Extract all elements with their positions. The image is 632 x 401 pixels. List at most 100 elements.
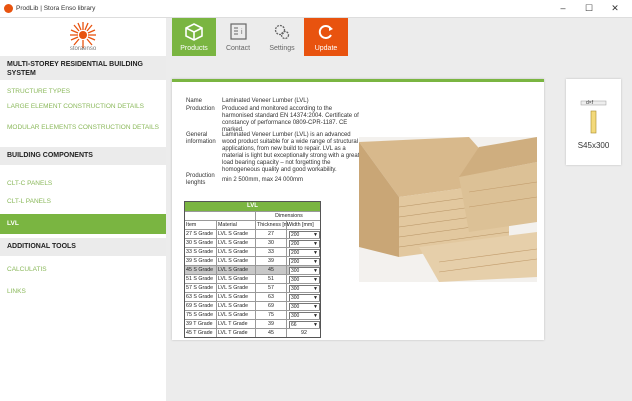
sidebar: storaenso MULTI-STOREY RESIDENTIAL BUILD… [0, 18, 166, 401]
close-button[interactable]: ✕ [604, 2, 626, 15]
cell-width: 300 ▼ [286, 284, 320, 292]
gears-icon [274, 24, 290, 40]
dims-header-row: Dimensions [185, 211, 320, 220]
sidebar-item-links[interactable]: LINKS [7, 288, 159, 296]
cube-icon [185, 23, 203, 41]
brand-name: storaenso [69, 46, 97, 52]
sidebar-item-lvl[interactable]: LVL [0, 214, 166, 234]
width-select[interactable]: 200 ▼ [289, 258, 320, 265]
table-row[interactable]: 27 S Grade LVL S Grade 27 200 ▼ [185, 229, 320, 238]
cell-material: LVL S Grade [216, 239, 256, 247]
cell-material: LVL T Grade [216, 320, 256, 328]
sidebar-item-clt-c[interactable]: CLT-C PANELS [7, 180, 159, 188]
cell-width: 66 ▼ [286, 320, 320, 328]
cell-material: LVL S Grade [216, 266, 256, 274]
width-select[interactable]: 200 ▼ [289, 249, 320, 256]
cell-item: 51 S Grade [186, 276, 214, 282]
cell-material: LVL T Grade [216, 329, 256, 337]
cell-item: 30 S Grade [186, 240, 214, 246]
product-photo [359, 137, 537, 282]
width-select[interactable]: 300 ▼ [289, 267, 320, 274]
minimize-button[interactable]: – [552, 2, 574, 15]
header-material: Material [216, 221, 256, 229]
tab-products[interactable]: Products [172, 18, 216, 56]
name-label: Name [186, 98, 203, 104]
lvl-beams-image [359, 137, 537, 282]
table-row[interactable]: 45 T Grade LVL T Grade 45 92 [185, 328, 320, 337]
window-title: ProdLib | Stora Enso library [16, 5, 96, 12]
refresh-icon [318, 25, 333, 39]
table-row[interactable]: 39 T Grade LVL T Grade 39 66 ▼ [185, 319, 320, 328]
cell-width: 300 ▼ [286, 266, 320, 274]
table-row[interactable]: 63 S Grade LVL S Grade 63 300 ▼ [185, 292, 320, 301]
cell-material: LVL S Grade [216, 230, 256, 238]
tab-update[interactable]: Update [304, 18, 348, 56]
tab-settings[interactable]: Settings [260, 18, 304, 56]
cell-width: 300 ▼ [286, 311, 320, 319]
tab-contact[interactable]: i Contact [216, 18, 260, 56]
table-row[interactable]: 69 S Grade LVL S Grade 69 300 ▼ [185, 301, 320, 310]
lvl-table: LVL Dimensions Item Material Thickness [… [184, 201, 321, 338]
section-preview-card[interactable]: d×f S45x300 [566, 79, 621, 165]
header-item: Item [186, 222, 197, 228]
cell-material: LVL S Grade [216, 257, 256, 265]
sidebar-item-large-element[interactable]: LARGE ELEMENT CONSTRUCTION DETAILS [7, 103, 159, 111]
production-label: Production [186, 106, 215, 112]
cell-material: LVL S Grade [216, 311, 256, 319]
section-multi-storey: MULTI-STOREY RESIDENTIAL BUILDING SYSTEM [0, 56, 166, 80]
cell-width: 200 ▼ [286, 257, 320, 265]
cell-item: 39 S Grade [186, 258, 214, 264]
cell-width: 300 ▼ [286, 275, 320, 283]
svg-text:i: i [241, 29, 243, 36]
cell-width: 300 ▼ [286, 293, 320, 301]
sidebar-item-clt-l[interactable]: CLT-L PANELS [7, 198, 159, 206]
width-select[interactable]: 300 ▼ [289, 285, 320, 292]
storaenso-logo-icon [70, 22, 96, 48]
cell-material: LVL S Grade [216, 284, 256, 292]
sidebar-item-calculatis[interactable]: CALCULATIS [7, 266, 159, 274]
selected-size: S45x300 [577, 141, 610, 150]
cell-material: LVL S Grade [216, 275, 256, 283]
table-row[interactable]: 30 S Grade LVL S Grade 30 200 ▼ [185, 238, 320, 247]
width-select[interactable]: 300 ▼ [289, 312, 320, 319]
table-row[interactable]: 57 S Grade LVL S Grade 57 300 ▼ [185, 283, 320, 292]
cell-item: 33 S Grade [186, 249, 214, 255]
width-select[interactable]: 300 ▼ [289, 276, 320, 283]
width-select[interactable]: 66 ▼ [289, 321, 320, 328]
width-select[interactable]: 300 ▼ [289, 303, 320, 310]
width-select[interactable]: 200 ▼ [289, 231, 320, 238]
cell-item: 75 S Grade [186, 312, 214, 318]
sidebar-item-modular-elements[interactable]: MODULAR ELEMENTS CONSTRUCTION DETAILS [7, 124, 159, 132]
section-additional-tools: ADDITIONAL TOOLS [0, 238, 166, 256]
header-width: Width [mm] [286, 221, 320, 229]
table-row[interactable]: 45 S Grade LVL S Grade 45 300 ▼ [185, 265, 320, 274]
dim-label: d×f [586, 100, 594, 106]
dims-header: Dimensions [255, 212, 321, 220]
cell-item: 45 T Grade [186, 330, 213, 336]
tab-update-label: Update [314, 45, 338, 52]
title-bar: ProdLib | Stora Enso library – ☐ ✕ [0, 0, 632, 18]
cell-width: 200 ▼ [286, 230, 320, 238]
cross-section-icon [580, 100, 607, 134]
width-select[interactable]: 300 ▼ [289, 294, 320, 301]
lengths-label: Production lenghts [186, 173, 215, 186]
table-row[interactable]: 75 S Grade LVL S Grade 75 300 ▼ [185, 310, 320, 319]
cell-material: LVL S Grade [216, 248, 256, 256]
table-row[interactable]: 51 S Grade LVL S Grade 51 300 ▼ [185, 274, 320, 283]
logo: storaenso [0, 18, 166, 56]
tab-settings-label: Settings [269, 45, 295, 52]
cell-item: 39 T Grade [186, 321, 213, 327]
lengths-text: min 2 500mm, max 24 000mm [222, 177, 304, 183]
product-panel: Name Laminated Veneer Lumber (LVL) Produ… [172, 79, 544, 340]
maximize-button[interactable]: ☐ [578, 2, 600, 15]
general-text: Laminated Veneer Lumber (LVL) is an adva… [222, 132, 360, 173]
app-icon [4, 4, 13, 13]
general-label: General information [186, 132, 216, 145]
cell-material: LVL S Grade [216, 302, 256, 310]
width-select[interactable]: 200 ▼ [289, 240, 320, 247]
table-row[interactable]: 39 S Grade LVL S Grade 39 200 ▼ [185, 256, 320, 265]
tab-contact-label: Contact [225, 45, 251, 52]
contact-book-icon: i [230, 23, 247, 40]
sidebar-item-structure-types[interactable]: STRUCTURE TYPES [7, 88, 159, 96]
table-row[interactable]: 33 S Grade LVL S Grade 33 200 ▼ [185, 247, 320, 256]
